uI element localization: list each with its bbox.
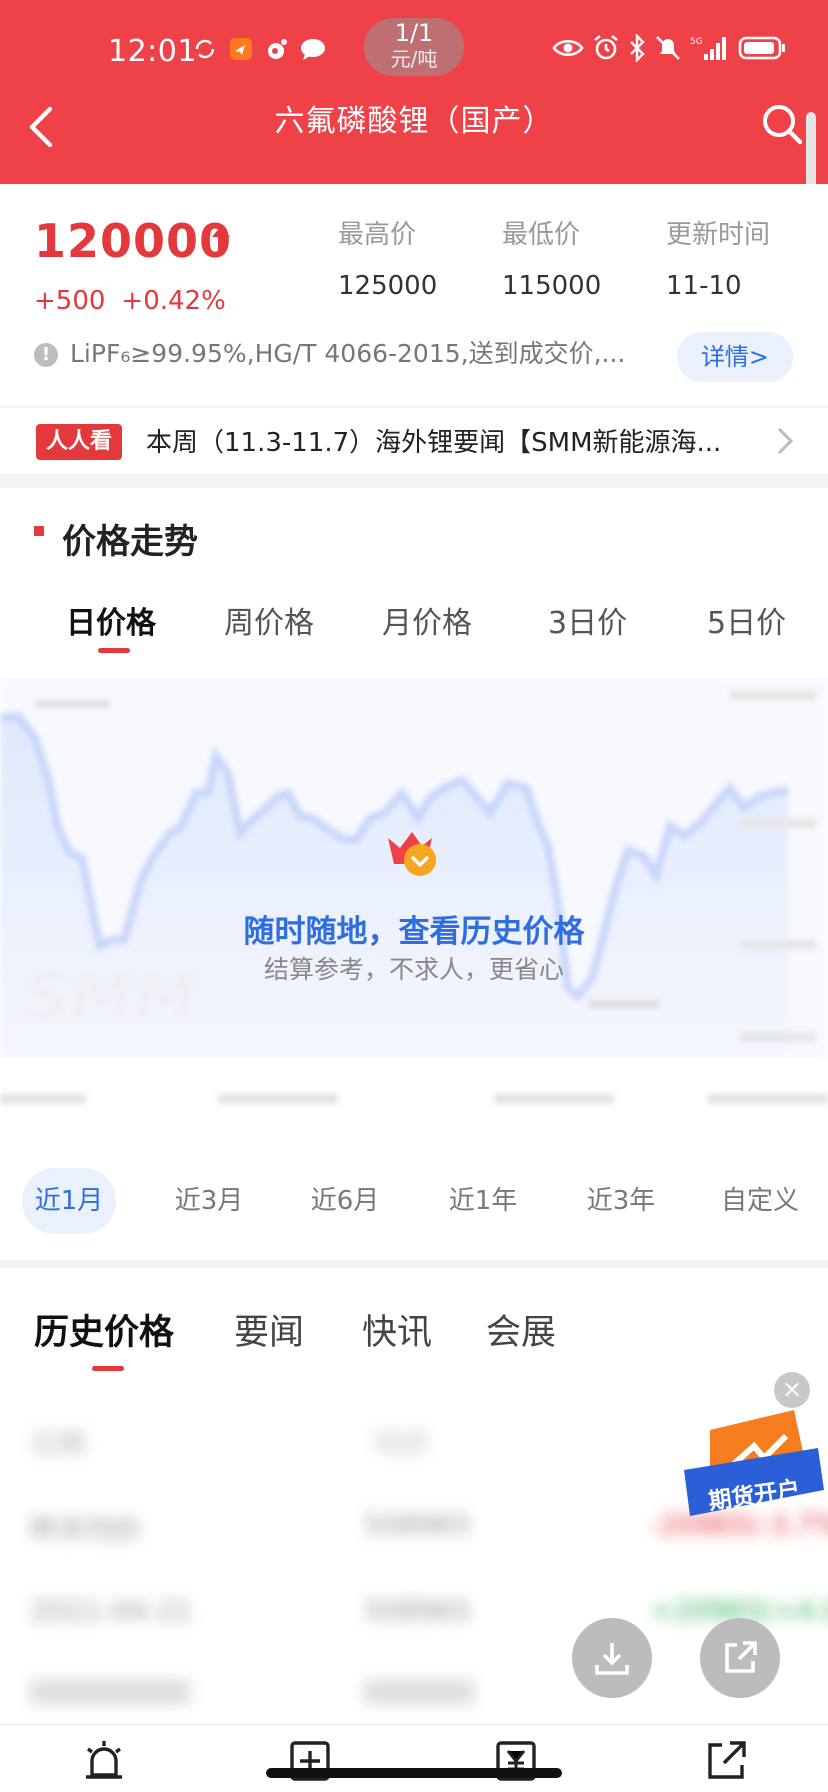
bottom-toolbar xyxy=(0,1724,828,1792)
share-icon xyxy=(725,1641,757,1673)
active-tab-indicator xyxy=(98,648,130,653)
tab-5day-price[interactable]: 5日价 xyxy=(707,598,786,642)
content-tabs: 历史价格 要闻 快讯 会展 xyxy=(0,1268,828,1386)
table-cell: 508965 xyxy=(364,1594,471,1627)
price-up-arrow-icon xyxy=(212,226,230,250)
tab-flash[interactable]: 快讯 xyxy=(362,1304,432,1355)
chevron-right-icon xyxy=(777,427,794,455)
range-1-month[interactable]: 近1月 xyxy=(22,1168,116,1234)
page-indicator: 1/1 元/吨 xyxy=(364,18,464,76)
weibo-icon xyxy=(264,36,290,62)
section-marker xyxy=(34,526,44,536)
share-link-button[interactable] xyxy=(700,1618,780,1698)
price-change-abs: +500 xyxy=(34,286,106,316)
tab-news[interactable]: 要闻 xyxy=(234,1304,304,1355)
ticker-badge: 人人看 xyxy=(36,424,123,460)
eye-comfort-icon xyxy=(552,37,584,59)
range-tabs: 近1月 近3月 近6月 近1年 近3年 自定义 xyxy=(0,1168,828,1238)
table-cell xyxy=(364,1680,474,1704)
stat-update-value: 11-10 xyxy=(666,271,742,301)
table-row xyxy=(30,1680,828,1720)
stat-update-time: 更新时间 11-10 xyxy=(666,214,770,301)
range-6-months[interactable]: 近6月 xyxy=(298,1168,392,1234)
ticker-headline[interactable]: 本周（11.3-11.7）海外锂要闻【SMM新能源海... xyxy=(146,422,746,459)
current-price: 120000 xyxy=(34,214,233,268)
tab-history-price[interactable]: 历史价格 xyxy=(34,1304,174,1355)
detail-button[interactable]: 详情> xyxy=(677,332,793,382)
sync-icon xyxy=(192,36,218,62)
tab-monthly-price[interactable]: 月价格 xyxy=(382,598,472,642)
smm-logo-icon xyxy=(388,832,436,876)
price-summary: 120000 +500 +0.42% 最高价 125000 最低价 115000 … xyxy=(0,184,828,406)
spec-row: ! LiPF₆≥99.95%,HG/T 4066-2015,送到成交价,... xyxy=(34,334,654,370)
nav-bar: 六氟磷酸锂（国产） xyxy=(0,92,828,162)
signal-5g-icon: 5G xyxy=(690,34,730,62)
range-3-months[interactable]: 近3月 xyxy=(162,1168,256,1234)
app-notification-icon xyxy=(228,36,254,62)
mute-bell-icon xyxy=(654,34,682,62)
bluetooth-icon xyxy=(628,34,646,62)
alarm-icon xyxy=(592,34,620,62)
table-cell xyxy=(30,1680,190,1704)
price-trend-section: 价格走势 日价格 周价格 月价格 3日价 5日价 SMM 随时随地，查看历史价格… xyxy=(0,488,828,1260)
table-row: 2021-04-21 508965 +20965(+4.0%) xyxy=(30,1594,828,1634)
alert-light-icon[interactable] xyxy=(82,1739,126,1783)
table-cell: 2021-04-21 xyxy=(30,1594,193,1627)
price-change-pct: +0.42% xyxy=(121,286,226,316)
tab-weekly-price[interactable]: 周价格 xyxy=(224,598,314,642)
range-3-years[interactable]: 近3年 xyxy=(574,1168,668,1234)
section-title: 价格走势 xyxy=(62,522,198,562)
tab-3day-price[interactable]: 3日价 xyxy=(548,598,627,642)
price-unit: 元/吨 xyxy=(390,47,438,71)
battery-icon xyxy=(738,35,786,61)
stat-low-label: 最低价 xyxy=(502,220,581,250)
message-icon xyxy=(300,36,326,62)
download-button[interactable] xyxy=(572,1618,652,1698)
status-notification-icons xyxy=(192,36,326,62)
active-content-tab-indicator xyxy=(92,1366,124,1371)
news-ticker[interactable]: 人人看 本周（11.3-11.7）海外锂要闻【SMM新能源海... xyxy=(0,408,828,474)
status-system-icons: 5G xyxy=(552,34,786,62)
promo-title: 随时随地，查看历史价格 xyxy=(243,914,585,950)
status-time: 12:01 xyxy=(108,34,197,69)
stat-low: 最低价 115000 xyxy=(502,214,601,301)
history-price-promo[interactable]: 随时随地，查看历史价格 结算参考，不求人，更省心 xyxy=(0,678,828,1058)
stat-high: 最高价 125000 xyxy=(338,214,437,301)
table-cell: 日期 xyxy=(30,1427,87,1460)
price-change: +500 +0.42% xyxy=(34,286,226,316)
share-icon[interactable] xyxy=(704,1739,748,1783)
tab-exhibitions[interactable]: 会展 xyxy=(486,1304,556,1355)
tab-daily-price[interactable]: 日价格 xyxy=(66,598,156,642)
stat-high-label: 最高价 xyxy=(338,220,417,250)
info-icon: ! xyxy=(34,343,58,367)
search-button[interactable] xyxy=(760,102,804,146)
promo-subtitle: 结算参考，不求人，更省心 xyxy=(263,955,564,984)
page-number: 1/1 xyxy=(394,19,434,47)
table-cell: 昨天均价 xyxy=(30,1513,143,1546)
home-indicator[interactable] xyxy=(266,1768,562,1778)
stat-low-value: 115000 xyxy=(502,271,602,301)
range-custom[interactable]: 自定义 xyxy=(710,1168,810,1234)
download-icon xyxy=(595,1643,629,1675)
table-cell: 均价 xyxy=(374,1427,431,1460)
chart-x-axis-blurred xyxy=(0,1080,828,1120)
svg-text:5G: 5G xyxy=(690,37,703,47)
stat-update-label: 更新时间 xyxy=(666,220,771,250)
search-icon xyxy=(763,105,803,145)
range-1-year[interactable]: 近1年 xyxy=(436,1168,530,1234)
stat-high-value: 125000 xyxy=(338,271,438,301)
table-cell: 508965 xyxy=(364,1508,471,1541)
period-tabs: 日价格 周价格 月价格 3日价 5日价 xyxy=(0,598,828,658)
ad-close-button[interactable]: × xyxy=(774,1372,810,1408)
page-title: 六氟磷酸锂（国产） xyxy=(274,104,554,139)
spec-text: LiPF₆≥99.95%,HG/T 4066-2015,送到成交价,... xyxy=(70,339,626,368)
